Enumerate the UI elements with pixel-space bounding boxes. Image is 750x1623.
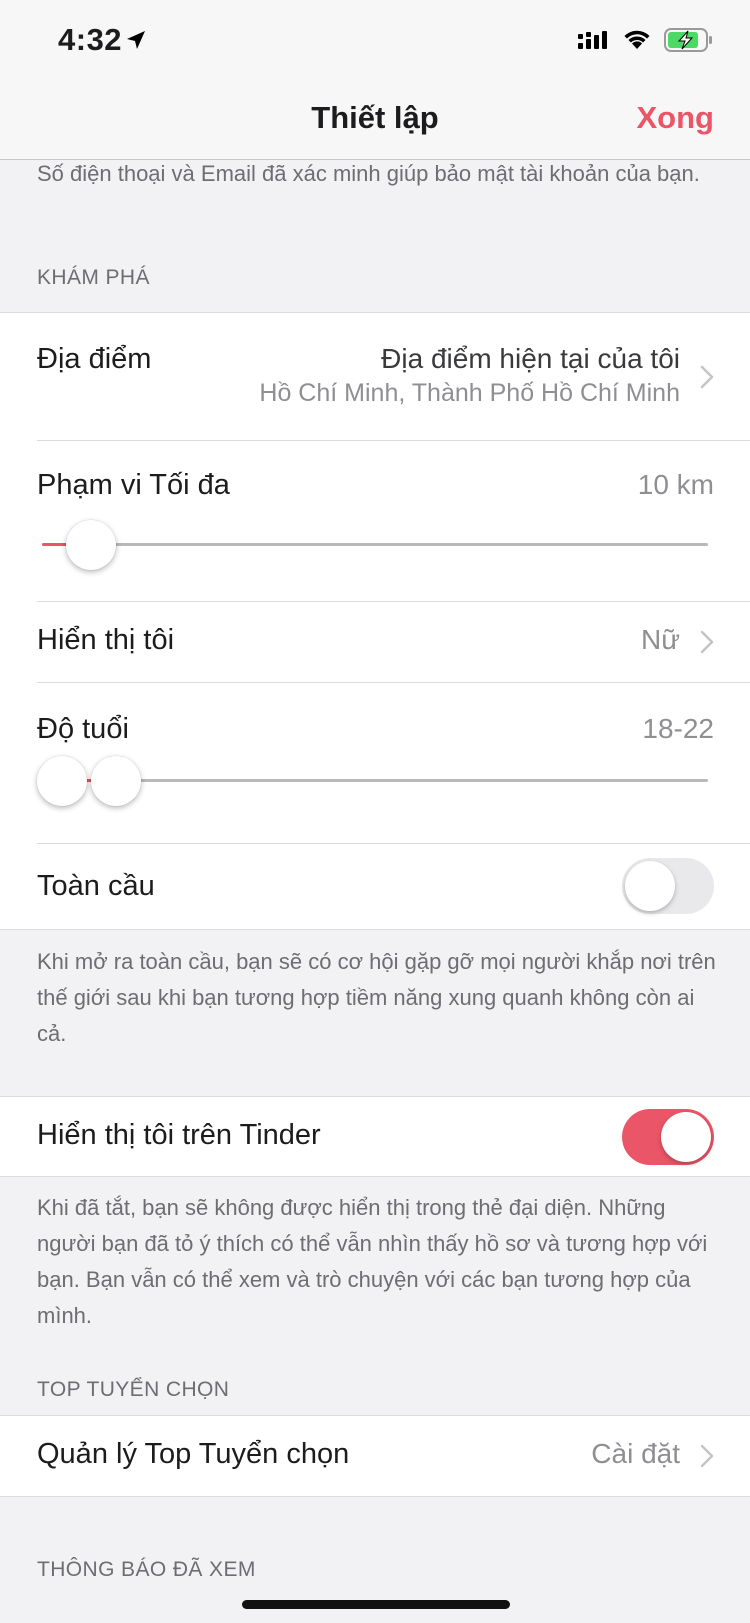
age-range-row: Độ tuổi 18-22 bbox=[0, 683, 750, 843]
home-indicator bbox=[242, 1600, 510, 1609]
discover-settings-card: Địa điểm Địa điểm hiện tại của tôi Hồ Ch… bbox=[0, 312, 750, 930]
location-label: Địa điểm bbox=[37, 343, 152, 375]
manage-top-picks-value: Cài đặt bbox=[591, 1438, 680, 1469]
navigation-bar: Thiết lập Xong bbox=[0, 82, 750, 160]
location-arrow-icon bbox=[127, 31, 145, 49]
max-distance-label: Phạm vi Tối đa bbox=[37, 469, 230, 501]
location-value: Địa điểm hiện tại của tôi bbox=[381, 343, 680, 374]
slider-track bbox=[42, 543, 708, 546]
age-min-thumb[interactable] bbox=[37, 756, 87, 806]
cellular-signal-icon bbox=[578, 31, 607, 49]
show-on-tinder-label: Hiển thị tôi trên Tinder bbox=[37, 1119, 321, 1151]
show-me-row[interactable]: Hiển thị tôi Nữ bbox=[0, 602, 750, 682]
manage-top-picks-label: Quản lý Top Tuyển chọn bbox=[37, 1438, 350, 1470]
show-me-label: Hiển thị tôi bbox=[37, 624, 175, 656]
max-distance-row: Phạm vi Tối đa 10 km bbox=[0, 441, 750, 601]
show-me-value: Nữ bbox=[641, 624, 680, 655]
global-row: Toàn cầu bbox=[0, 844, 750, 930]
slider-thumb[interactable] bbox=[66, 520, 116, 570]
battery-charging-icon bbox=[664, 28, 712, 52]
age-range-label: Độ tuổi bbox=[37, 713, 129, 745]
status-bar: 4:32 bbox=[0, 0, 750, 82]
location-row[interactable]: Địa điểm Địa điểm hiện tại của tôi Hồ Ch… bbox=[0, 313, 750, 440]
show-on-tinder-card: Hiển thị tôi trên Tinder bbox=[0, 1096, 750, 1177]
age-range-value: 18-22 bbox=[642, 713, 714, 744]
toggle-knob bbox=[661, 1112, 711, 1162]
slider-track bbox=[42, 779, 708, 782]
top-picks-section-header: TOP TUYỂN CHỌN bbox=[37, 1378, 230, 1401]
global-toggle[interactable] bbox=[622, 858, 714, 914]
chevron-right-icon bbox=[700, 630, 714, 654]
global-label: Toàn cầu bbox=[37, 870, 155, 902]
manage-top-picks-row[interactable]: Quản lý Top Tuyển chọn Cài đặt bbox=[0, 1416, 750, 1496]
toggle-knob bbox=[625, 861, 675, 911]
wifi-icon bbox=[624, 30, 650, 49]
show-on-tinder-toggle[interactable] bbox=[622, 1109, 714, 1165]
show-on-tinder-footer-text: Khi đã tắt, bạn sẽ không được hiển thị t… bbox=[37, 1195, 708, 1328]
done-button[interactable]: Xong bbox=[637, 100, 715, 136]
chevron-right-icon bbox=[700, 1444, 714, 1468]
seen-notifications-section-header: THÔNG BÁO ĐÃ XEM bbox=[37, 1558, 256, 1581]
max-distance-value: 10 km bbox=[637, 469, 714, 500]
age-max-thumb[interactable] bbox=[91, 756, 141, 806]
show-on-tinder-row: Hiển thị tôi trên Tinder bbox=[0, 1097, 750, 1177]
verification-footer-text: Số điện thoại và Email đã xác minh giúp … bbox=[37, 161, 700, 186]
global-footer-text: Khi mở ra toàn cầu, bạn sẽ có cơ hội gặp… bbox=[37, 949, 716, 1046]
chevron-right-icon bbox=[700, 365, 714, 389]
top-picks-card: Quản lý Top Tuyển chọn Cài đặt bbox=[0, 1415, 750, 1497]
location-subvalue: Hồ Chí Minh, Thành Phố Hồ Chí Minh bbox=[259, 379, 680, 407]
discover-section-header: KHÁM PHÁ bbox=[37, 266, 150, 289]
status-time: 4:32 bbox=[58, 22, 123, 57]
